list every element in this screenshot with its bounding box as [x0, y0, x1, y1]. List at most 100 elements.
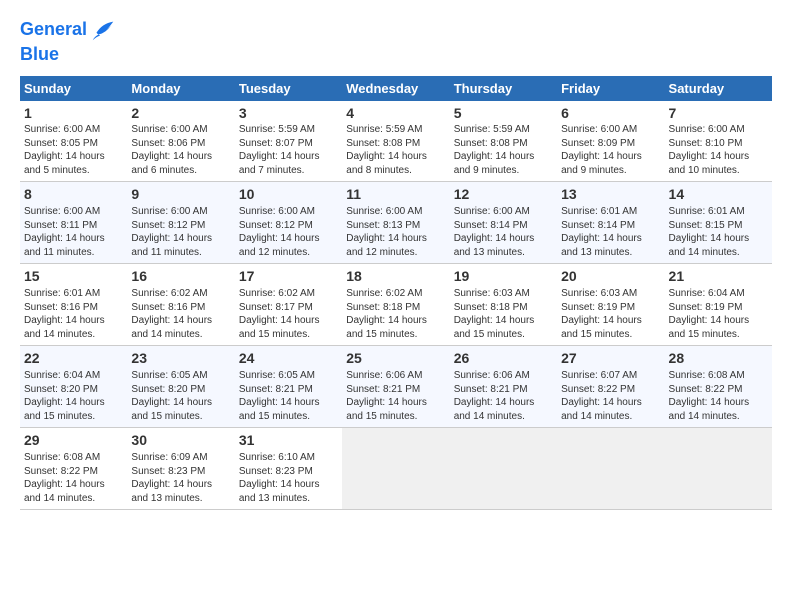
day-number: 20 [561, 267, 660, 286]
day-number: 24 [239, 349, 338, 368]
day-info: Sunrise: 6:00 AMSunset: 8:05 PMDaylight:… [24, 123, 123, 177]
logo-bird-icon [89, 16, 117, 44]
day-number: 17 [239, 267, 338, 286]
calendar-cell: 23Sunrise: 6:05 AMSunset: 8:20 PMDayligh… [127, 346, 234, 428]
calendar-cell: 27Sunrise: 6:07 AMSunset: 8:22 PMDayligh… [557, 346, 664, 428]
header: General Blue [20, 16, 772, 66]
calendar-cell: 12Sunrise: 6:00 AMSunset: 8:14 PMDayligh… [450, 182, 557, 264]
calendar-cell [450, 428, 557, 510]
day-number: 23 [131, 349, 230, 368]
calendar-cell: 9Sunrise: 6:00 AMSunset: 8:12 PMDaylight… [127, 182, 234, 264]
day-number: 5 [454, 104, 553, 123]
calendar-cell: 4Sunrise: 5:59 AMSunset: 8:08 PMDaylight… [342, 101, 449, 182]
calendar-cell: 19Sunrise: 6:03 AMSunset: 8:18 PMDayligh… [450, 264, 557, 346]
calendar-cell: 24Sunrise: 6:05 AMSunset: 8:21 PMDayligh… [235, 346, 342, 428]
day-info: Sunrise: 6:01 AMSunset: 8:15 PMDaylight:… [669, 205, 768, 259]
logo-general: General [20, 19, 87, 39]
day-number: 21 [669, 267, 768, 286]
week-row-2: 15Sunrise: 6:01 AMSunset: 8:16 PMDayligh… [20, 264, 772, 346]
calendar-cell [665, 428, 772, 510]
day-info: Sunrise: 6:01 AMSunset: 8:16 PMDaylight:… [24, 287, 123, 341]
calendar-cell: 15Sunrise: 6:01 AMSunset: 8:16 PMDayligh… [20, 264, 127, 346]
calendar-cell: 3Sunrise: 5:59 AMSunset: 8:07 PMDaylight… [235, 101, 342, 182]
day-number: 15 [24, 267, 123, 286]
day-info: Sunrise: 5:59 AMSunset: 8:07 PMDaylight:… [239, 123, 338, 177]
day-info: Sunrise: 6:00 AMSunset: 8:09 PMDaylight:… [561, 123, 660, 177]
day-number: 22 [24, 349, 123, 368]
calendar-cell: 20Sunrise: 6:03 AMSunset: 8:19 PMDayligh… [557, 264, 664, 346]
col-header-wednesday: Wednesday [342, 76, 449, 101]
day-info: Sunrise: 6:05 AMSunset: 8:21 PMDaylight:… [239, 369, 338, 423]
day-info: Sunrise: 6:07 AMSunset: 8:22 PMDaylight:… [561, 369, 660, 423]
logo-blue: Blue [20, 44, 59, 64]
calendar-cell: 13Sunrise: 6:01 AMSunset: 8:14 PMDayligh… [557, 182, 664, 264]
day-number: 31 [239, 431, 338, 450]
day-number: 8 [24, 185, 123, 204]
day-number: 27 [561, 349, 660, 368]
col-header-sunday: Sunday [20, 76, 127, 101]
day-info: Sunrise: 6:04 AMSunset: 8:19 PMDaylight:… [669, 287, 768, 341]
calendar-cell: 11Sunrise: 6:00 AMSunset: 8:13 PMDayligh… [342, 182, 449, 264]
calendar-cell: 29Sunrise: 6:08 AMSunset: 8:22 PMDayligh… [20, 428, 127, 510]
day-number: 19 [454, 267, 553, 286]
page: General Blue SundayMondayTuesdayWednesda… [0, 0, 792, 520]
day-info: Sunrise: 6:00 AMSunset: 8:11 PMDaylight:… [24, 205, 123, 259]
day-number: 13 [561, 185, 660, 204]
day-info: Sunrise: 6:03 AMSunset: 8:19 PMDaylight:… [561, 287, 660, 341]
calendar-cell: 31Sunrise: 6:10 AMSunset: 8:23 PMDayligh… [235, 428, 342, 510]
calendar-cell [342, 428, 449, 510]
day-info: Sunrise: 6:00 AMSunset: 8:06 PMDaylight:… [131, 123, 230, 177]
calendar-cell: 26Sunrise: 6:06 AMSunset: 8:21 PMDayligh… [450, 346, 557, 428]
calendar-cell: 21Sunrise: 6:04 AMSunset: 8:19 PMDayligh… [665, 264, 772, 346]
calendar-cell: 25Sunrise: 6:06 AMSunset: 8:21 PMDayligh… [342, 346, 449, 428]
calendar-cell: 8Sunrise: 6:00 AMSunset: 8:11 PMDaylight… [20, 182, 127, 264]
header-row: SundayMondayTuesdayWednesdayThursdayFrid… [20, 76, 772, 101]
calendar-cell: 2Sunrise: 6:00 AMSunset: 8:06 PMDaylight… [127, 101, 234, 182]
day-info: Sunrise: 6:00 AMSunset: 8:14 PMDaylight:… [454, 205, 553, 259]
calendar-cell: 14Sunrise: 6:01 AMSunset: 8:15 PMDayligh… [665, 182, 772, 264]
day-info: Sunrise: 6:08 AMSunset: 8:22 PMDaylight:… [24, 451, 123, 505]
day-number: 11 [346, 185, 445, 204]
calendar-cell [557, 428, 664, 510]
col-header-saturday: Saturday [665, 76, 772, 101]
day-info: Sunrise: 6:00 AMSunset: 8:12 PMDaylight:… [239, 205, 338, 259]
day-info: Sunrise: 6:06 AMSunset: 8:21 PMDaylight:… [454, 369, 553, 423]
day-number: 25 [346, 349, 445, 368]
day-info: Sunrise: 6:10 AMSunset: 8:23 PMDaylight:… [239, 451, 338, 505]
calendar-table: SundayMondayTuesdayWednesdayThursdayFrid… [20, 76, 772, 510]
day-info: Sunrise: 6:06 AMSunset: 8:21 PMDaylight:… [346, 369, 445, 423]
calendar-cell: 7Sunrise: 6:00 AMSunset: 8:10 PMDaylight… [665, 101, 772, 182]
day-number: 1 [24, 104, 123, 123]
day-number: 9 [131, 185, 230, 204]
calendar-cell: 1Sunrise: 6:00 AMSunset: 8:05 PMDaylight… [20, 101, 127, 182]
week-row-1: 8Sunrise: 6:00 AMSunset: 8:11 PMDaylight… [20, 182, 772, 264]
day-info: Sunrise: 5:59 AMSunset: 8:08 PMDaylight:… [454, 123, 553, 177]
calendar-cell: 28Sunrise: 6:08 AMSunset: 8:22 PMDayligh… [665, 346, 772, 428]
day-info: Sunrise: 6:00 AMSunset: 8:12 PMDaylight:… [131, 205, 230, 259]
calendar-cell: 16Sunrise: 6:02 AMSunset: 8:16 PMDayligh… [127, 264, 234, 346]
calendar-cell: 5Sunrise: 5:59 AMSunset: 8:08 PMDaylight… [450, 101, 557, 182]
day-info: Sunrise: 6:09 AMSunset: 8:23 PMDaylight:… [131, 451, 230, 505]
logo: General Blue [20, 16, 117, 66]
day-number: 14 [669, 185, 768, 204]
calendar-cell: 17Sunrise: 6:02 AMSunset: 8:17 PMDayligh… [235, 264, 342, 346]
day-info: Sunrise: 6:00 AMSunset: 8:10 PMDaylight:… [669, 123, 768, 177]
day-number: 18 [346, 267, 445, 286]
week-row-0: 1Sunrise: 6:00 AMSunset: 8:05 PMDaylight… [20, 101, 772, 182]
day-number: 12 [454, 185, 553, 204]
calendar-cell: 6Sunrise: 6:00 AMSunset: 8:09 PMDaylight… [557, 101, 664, 182]
week-row-3: 22Sunrise: 6:04 AMSunset: 8:20 PMDayligh… [20, 346, 772, 428]
day-number: 10 [239, 185, 338, 204]
calendar-cell: 10Sunrise: 6:00 AMSunset: 8:12 PMDayligh… [235, 182, 342, 264]
day-info: Sunrise: 6:05 AMSunset: 8:20 PMDaylight:… [131, 369, 230, 423]
week-row-4: 29Sunrise: 6:08 AMSunset: 8:22 PMDayligh… [20, 428, 772, 510]
day-info: Sunrise: 6:03 AMSunset: 8:18 PMDaylight:… [454, 287, 553, 341]
day-number: 16 [131, 267, 230, 286]
day-info: Sunrise: 6:01 AMSunset: 8:14 PMDaylight:… [561, 205, 660, 259]
day-number: 29 [24, 431, 123, 450]
day-info: Sunrise: 6:00 AMSunset: 8:13 PMDaylight:… [346, 205, 445, 259]
day-number: 2 [131, 104, 230, 123]
day-info: Sunrise: 6:02 AMSunset: 8:17 PMDaylight:… [239, 287, 338, 341]
day-number: 6 [561, 104, 660, 123]
day-info: Sunrise: 6:02 AMSunset: 8:16 PMDaylight:… [131, 287, 230, 341]
